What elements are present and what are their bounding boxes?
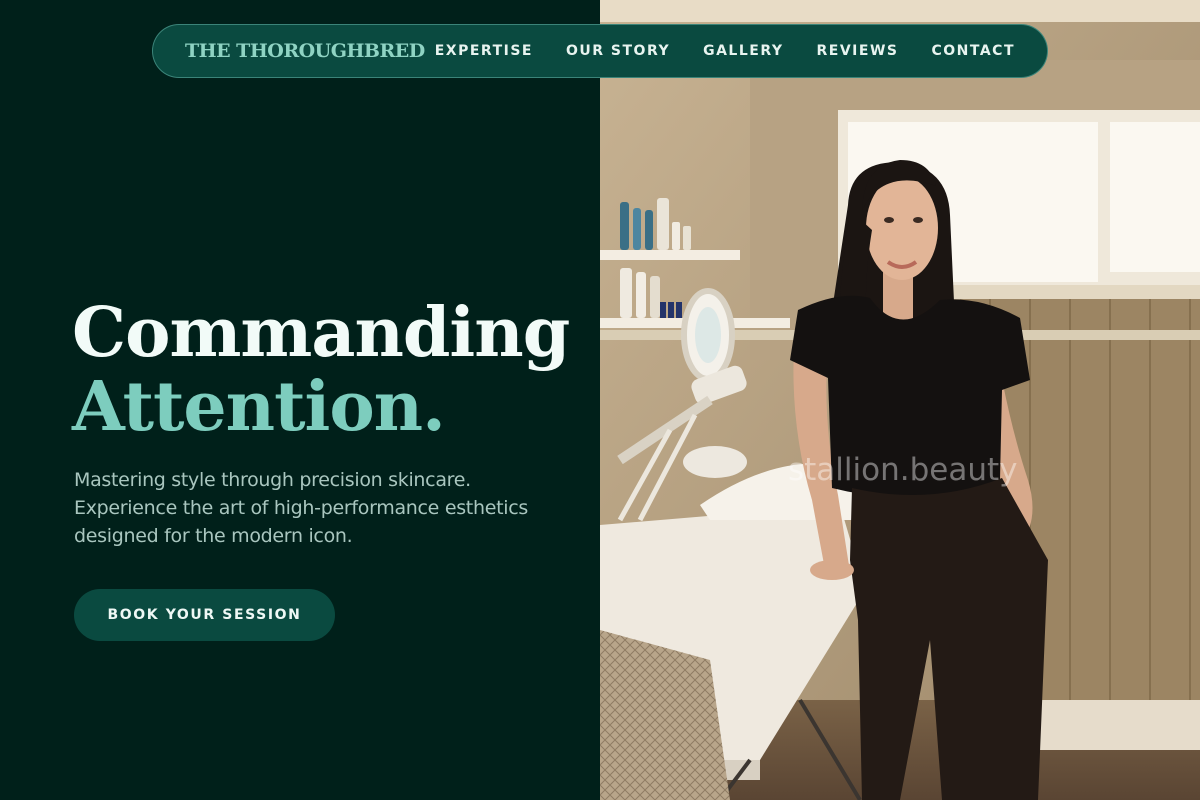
dark-trousers bbox=[850, 478, 1048, 800]
hero-photo bbox=[600, 0, 1200, 800]
brand-logo[interactable]: THE THOROUGHBRED bbox=[185, 40, 425, 62]
nav-link-contact[interactable]: CONTACT bbox=[931, 43, 1015, 59]
nav-links: EXPERTISE OUR STORY GALLERY REVIEWS CONT… bbox=[435, 43, 1015, 59]
hero-title: Commanding Attention. bbox=[72, 293, 570, 447]
top-navbar: THE THOROUGHBRED EXPERTISE OUR STORY GAL… bbox=[152, 24, 1048, 78]
hero-title-line-2: Attention. bbox=[72, 367, 446, 447]
nav-link-our-story[interactable]: OUR STORY bbox=[566, 43, 670, 59]
nav-link-gallery[interactable]: GALLERY bbox=[703, 43, 783, 59]
nav-link-reviews[interactable]: REVIEWS bbox=[817, 43, 899, 59]
watermark-text: stallion.beauty bbox=[788, 452, 1018, 488]
nav-link-expertise[interactable]: EXPERTISE bbox=[435, 43, 533, 59]
hero-subtitle: Mastering style through precision skinca… bbox=[74, 469, 528, 547]
hero-title-line-1: Commanding bbox=[72, 293, 570, 373]
book-session-button[interactable]: BOOK YOUR SESSION bbox=[74, 589, 335, 641]
